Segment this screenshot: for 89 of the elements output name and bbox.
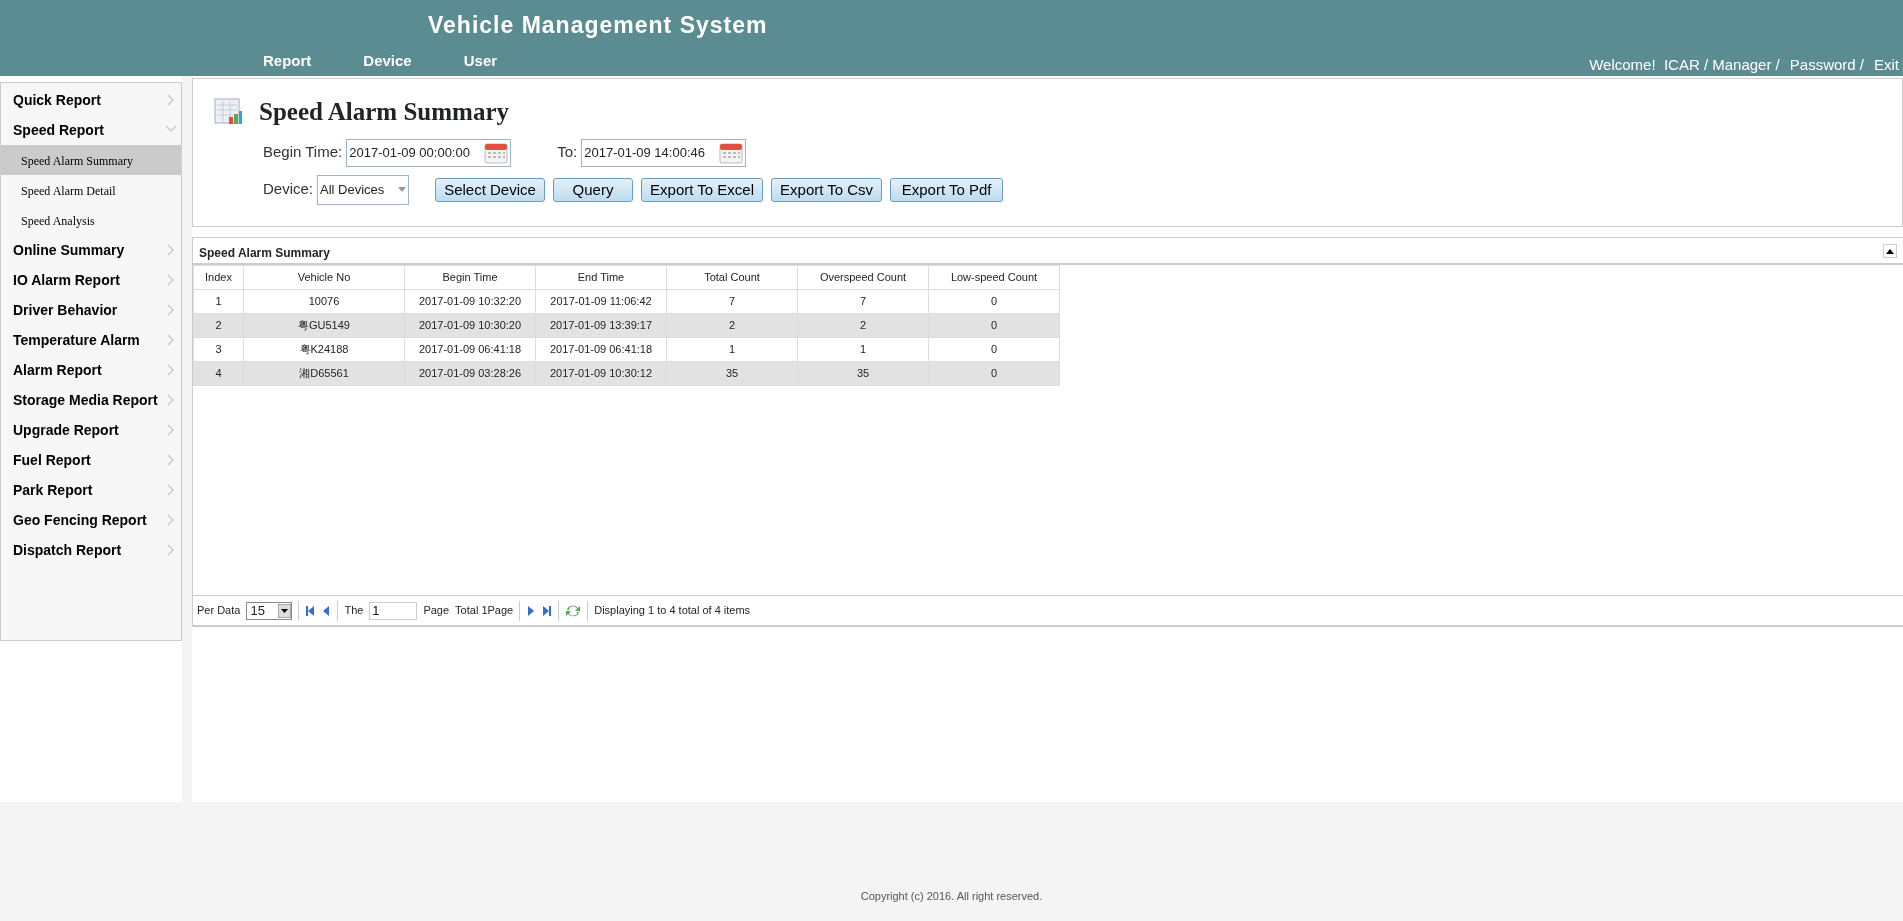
sidebar-subitem[interactable]: Speed Alarm Detail xyxy=(1,175,181,205)
table-cell: 2017-01-09 10:32:20 xyxy=(404,289,536,314)
nav-link[interactable]: User xyxy=(463,50,498,73)
table-cell: 2 xyxy=(797,313,929,338)
copyright-text: Copyright (c) 2016. All right reserved. xyxy=(859,889,1044,904)
table-cell: 粤K24188 xyxy=(243,337,405,362)
field-label: Device: xyxy=(263,179,314,200)
sidebar-item[interactable]: Dispatch Report xyxy=(1,535,181,565)
refresh-icon[interactable] xyxy=(565,603,582,618)
sidebar-item[interactable]: Geo Fencing Report xyxy=(1,505,181,535)
table-cell: 2017-01-09 10:30:20 xyxy=(404,313,536,338)
exit-link[interactable]: Exit xyxy=(1874,54,1899,77)
table-cell: 1 xyxy=(193,289,244,314)
sidebar-item[interactable]: IO Alarm Report xyxy=(1,265,181,295)
sidebar-item[interactable]: Alarm Report xyxy=(1,355,181,385)
date-field[interactable]: 2017-01-09 00:00:00 xyxy=(346,138,512,167)
sidebar-item[interactable]: Park Report xyxy=(1,475,181,505)
column-header[interactable]: Total Count xyxy=(666,265,798,290)
column-header[interactable]: Index xyxy=(193,265,244,290)
table-cell: 湘D65561 xyxy=(243,361,405,386)
table-cell: 10076 xyxy=(243,289,405,314)
table-cell: 2017-01-09 11:06:42 xyxy=(535,289,667,314)
collapse-button[interactable] xyxy=(1883,244,1897,258)
table-cell: 0 xyxy=(928,361,1060,386)
app-title: Vehicle Management System xyxy=(428,11,768,40)
table-cell: 2017-01-09 03:28:26 xyxy=(404,361,536,386)
table-cell: 0 xyxy=(928,337,1060,362)
previous-page-icon[interactable] xyxy=(321,604,332,617)
report-icon xyxy=(213,96,243,127)
calendar-icon[interactable] xyxy=(484,141,509,164)
table-cell: 2017-01-09 10:30:12 xyxy=(535,361,667,386)
sidebar-item[interactable]: Quick Report xyxy=(1,85,181,115)
password-link[interactable]: Password / xyxy=(1789,54,1864,77)
table-cell: 2017-01-09 06:41:18 xyxy=(404,337,536,362)
sidebar-item[interactable]: Storage Media Report xyxy=(1,385,181,415)
table-cell: 1 xyxy=(666,337,798,362)
table-cell: 2 xyxy=(666,313,798,338)
table-cell: 粤GU5149 xyxy=(243,313,405,338)
table-cell: 0 xyxy=(928,289,1060,314)
collapse-icon xyxy=(1886,248,1894,254)
table-cell: 35 xyxy=(666,361,798,386)
sidebar-item[interactable]: Speed Report xyxy=(1,115,181,145)
action-button[interactable]: Export To Excel xyxy=(641,177,764,202)
calendar-icon[interactable] xyxy=(719,141,744,164)
table-cell: 0 xyxy=(928,313,1060,338)
nav-link[interactable]: Report xyxy=(263,50,312,73)
field-label: Begin Time: xyxy=(263,142,343,163)
table-cell: 3 xyxy=(193,337,244,362)
column-header[interactable]: Overspeed Count xyxy=(797,265,929,290)
action-button[interactable]: Export To Csv xyxy=(771,177,883,202)
sidebar-subitem[interactable]: Speed Alarm Summary xyxy=(1,145,181,175)
table-cell: 4 xyxy=(193,361,244,386)
table-cell: 1 xyxy=(797,337,929,362)
pager-label: Page xyxy=(423,603,450,619)
page-size-select[interactable]: 15 xyxy=(246,601,293,620)
table-cell: 2017-01-09 06:41:18 xyxy=(535,337,667,362)
pager-status: Displaying 1 to 4 total of 4 items xyxy=(594,603,751,619)
table-cell: 7 xyxy=(797,289,929,314)
field-label: To: xyxy=(557,142,578,163)
column-header[interactable]: Low-speed Count xyxy=(928,265,1060,290)
column-header[interactable]: Vehicle No xyxy=(243,265,405,290)
action-button[interactable]: Select Device xyxy=(435,177,546,202)
pager-label: Total 1Page xyxy=(455,603,514,619)
first-page-icon[interactable] xyxy=(305,604,316,617)
pager-label: Per Data xyxy=(197,603,241,619)
table-cell: 7 xyxy=(666,289,798,314)
date-field[interactable]: 2017-01-09 14:00:46 xyxy=(581,138,747,167)
last-page-icon[interactable] xyxy=(542,604,553,617)
caret-icon xyxy=(398,187,407,192)
dropdown-arrow-icon xyxy=(278,603,292,618)
sidebar-subitem[interactable]: Speed Analysis xyxy=(1,205,181,235)
column-header[interactable]: End Time xyxy=(535,265,667,290)
table-cell: 2 xyxy=(193,313,244,338)
table-cell: 35 xyxy=(797,361,929,386)
nav-link[interactable]: Device xyxy=(363,50,412,73)
column-header[interactable]: Begin Time xyxy=(404,265,536,290)
sidebar-item[interactable]: Upgrade Report xyxy=(1,415,181,445)
page-title: Speed Alarm Summary xyxy=(259,97,509,127)
table-cell: 2017-01-09 13:39:17 xyxy=(535,313,667,338)
welcome-account-link[interactable]: Welcome! ICAR / Manager / xyxy=(1589,54,1780,77)
action-button[interactable]: Query xyxy=(553,177,634,202)
page-field[interactable]: 1 xyxy=(369,601,418,620)
sidebar-item[interactable]: Fuel Report xyxy=(1,445,181,475)
action-button[interactable]: Export To Pdf xyxy=(890,177,1004,202)
device-dropdown[interactable]: All Devices xyxy=(317,174,410,205)
sidebar-item[interactable]: Online Summary xyxy=(1,235,181,265)
pager-label: The xyxy=(344,603,364,619)
sidebar-item[interactable]: Driver Behavior xyxy=(1,295,181,325)
sidebar-item[interactable]: Temperature Alarm xyxy=(1,325,181,355)
